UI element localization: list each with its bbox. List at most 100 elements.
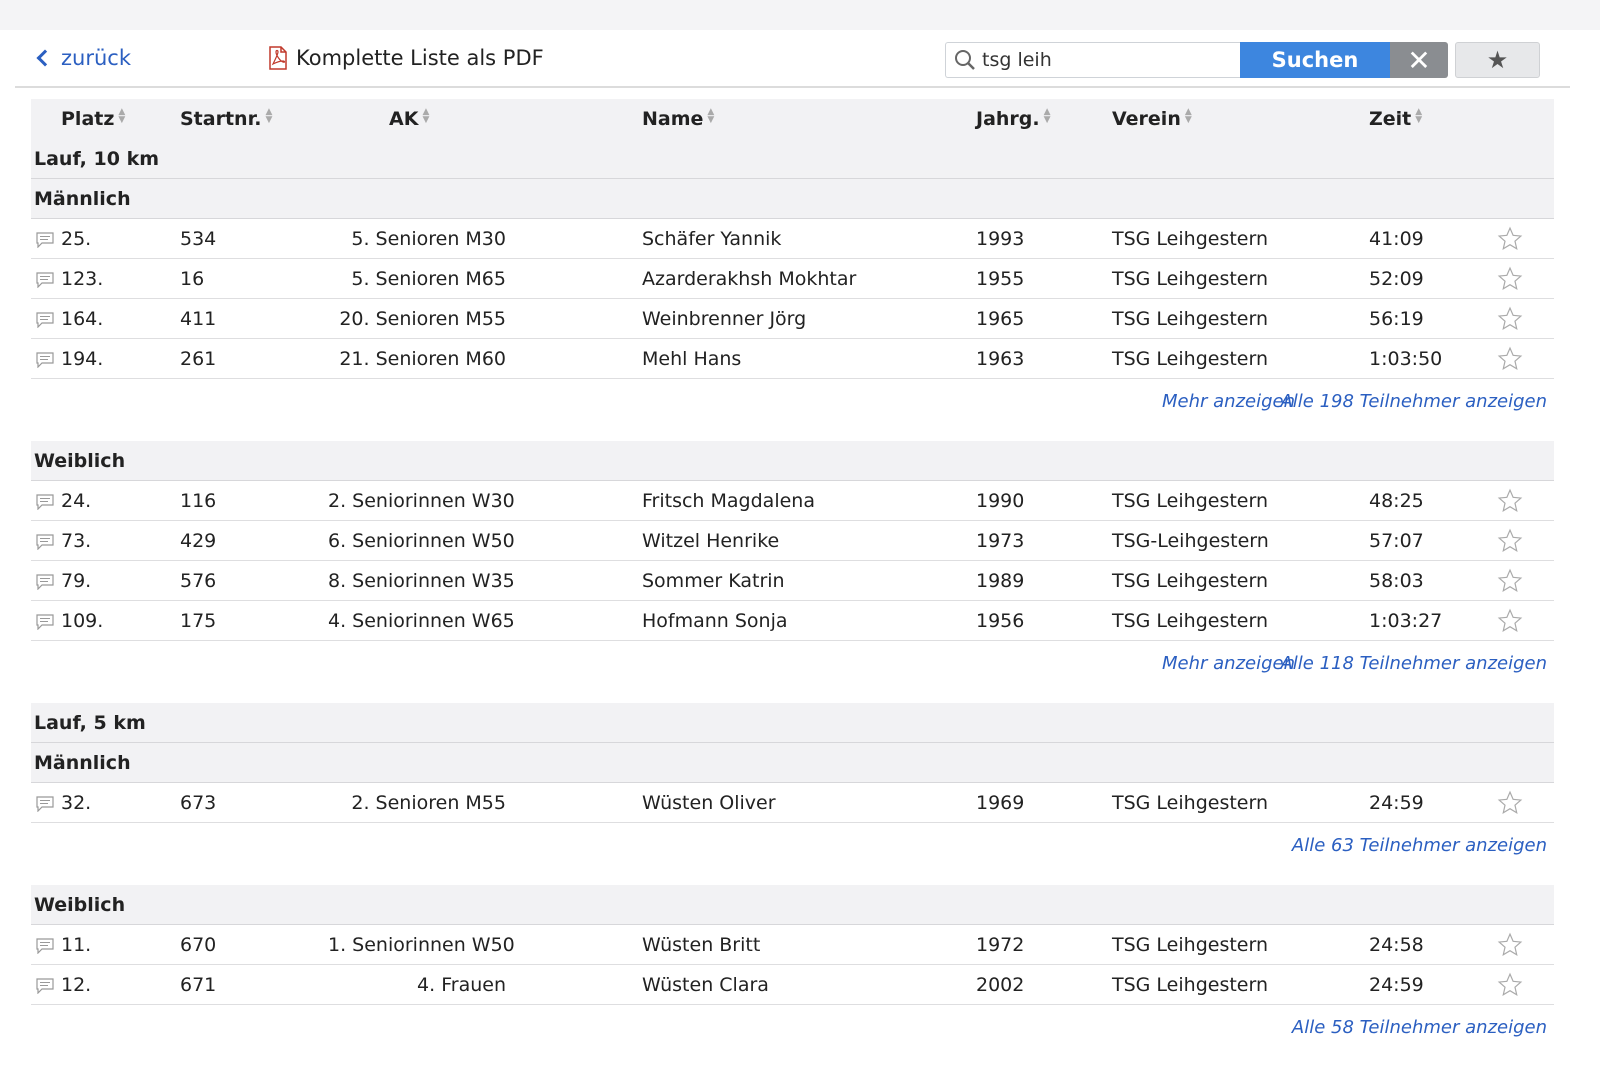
star-icon[interactable] [1497, 488, 1523, 519]
comment-icon[interactable] [36, 493, 54, 515]
pdf-label: Komplette Liste als PDF [296, 46, 544, 70]
back-label: zurück [61, 46, 131, 70]
star-icon[interactable] [1497, 266, 1523, 297]
cell-jahrg: 2002 [976, 974, 1025, 996]
column-header-zeit[interactable]: Zeit ▲ ▼ [1369, 107, 1423, 131]
cell-zeit: 1:03:27 [1369, 610, 1443, 632]
comment-icon[interactable] [36, 351, 54, 373]
favorites-button[interactable]: ★ [1455, 42, 1540, 78]
cell-place: 73. [61, 530, 92, 552]
group-links: Mehr anzeigen Alle 118 Teilnehmer anzeige… [31, 641, 1554, 703]
show-all-link[interactable]: Alle 63 Teilnehmer anzeigen [1292, 835, 1547, 856]
column-header-jahrg[interactable]: Jahrg. ▲ ▼ [976, 108, 1051, 131]
column-header-name[interactable]: Name ▲ ▼ [642, 107, 715, 131]
group-title: Männlich [31, 743, 1554, 783]
column-header-ak[interactable]: AK ▲ ▼ [389, 107, 430, 131]
cell-verein: TSG Leihgestern [1112, 610, 1268, 632]
cell-zeit: 58:03 [1369, 570, 1424, 592]
sort-icon: ▲ ▼ [707, 107, 715, 125]
star-icon[interactable] [1497, 790, 1523, 821]
cell-place: 123. [61, 268, 104, 290]
star-icon[interactable] [1497, 528, 1523, 559]
table-row[interactable]: 25. 534 5. Senioren M30 Schäfer Yannik 1993 T… [31, 219, 1554, 259]
comment-icon[interactable] [36, 977, 54, 999]
table-row[interactable]: 79. 576 8. Seniorinnen W35 Sommer Katrin 198… [31, 561, 1554, 601]
cell-verein: TSG Leihgestern [1112, 268, 1268, 290]
show-all-link[interactable]: Alle 58 Teilnehmer anzeigen [1292, 1017, 1547, 1038]
star-icon[interactable] [1497, 608, 1523, 639]
cell-ak: 2. Seniorinnen W30 [328, 490, 515, 512]
back-link[interactable]: zurück [35, 46, 131, 70]
search-input[interactable] [982, 49, 1222, 71]
cell-place: 164. [61, 308, 104, 330]
cell-jahrg: 1993 [976, 228, 1025, 250]
star-icon[interactable] [1497, 932, 1523, 963]
column-header-place[interactable]: Platz ▲ ▼ [61, 107, 126, 131]
results-table: Platz ▲ ▼ Startnr. ▲ ▼ AK ▲ ▼ Name ▲ ▼ Jahrg. ▲ ▼ … [31, 99, 1554, 1065]
comment-icon[interactable] [36, 573, 54, 595]
toolbar: zurück Komplette Liste als PDF Suchen ✕ … [15, 38, 1570, 88]
cell-startnr: 429 [180, 530, 217, 552]
cell-ak: 21. Senioren M60 [339, 348, 506, 370]
cell-name: Mehl Hans [642, 348, 742, 370]
search-icon [955, 50, 975, 70]
cell-ak: 4. Frauen [417, 974, 506, 996]
comment-icon[interactable] [36, 311, 54, 333]
comment-icon[interactable] [36, 937, 54, 959]
cell-jahrg: 1963 [976, 348, 1025, 370]
star-icon[interactable] [1497, 568, 1523, 599]
comment-icon[interactable] [36, 613, 54, 635]
group-links: Alle 58 Teilnehmer anzeigen [31, 1005, 1554, 1065]
sort-icon: ▲ ▼ [422, 107, 430, 125]
star-icon[interactable] [1497, 972, 1523, 1003]
cell-ak: 8. Seniorinnen W35 [328, 570, 515, 592]
clear-search-button[interactable]: ✕ [1390, 42, 1448, 78]
table-body: Lauf, 10 km Männlich 25. 534 5. Senioren M30… [31, 139, 1554, 1065]
table-row[interactable]: 24. 116 2. Seniorinnen W30 Fritsch Magdalen… [31, 481, 1554, 521]
comment-icon[interactable] [36, 533, 54, 555]
table-row[interactable]: 194. 261 21. Senioren M60 Mehl Hans 1963 TSG … [31, 339, 1554, 379]
star-icon[interactable] [1497, 346, 1523, 377]
comment-icon[interactable] [36, 795, 54, 817]
column-header-startnr[interactable]: Startnr. ▲ ▼ [180, 107, 273, 131]
cell-startnr: 261 [180, 348, 217, 370]
sort-icon: ▲ ▼ [1415, 107, 1423, 125]
cell-name: Hofmann Sonja [642, 610, 788, 632]
pdf-download-link[interactable]: Komplette Liste als PDF [268, 46, 544, 70]
cell-jahrg: 1973 [976, 530, 1025, 552]
table-row[interactable]: 12. 671 4. Frauen Wüsten Clara 2002 TSG Leihg… [31, 965, 1554, 1005]
comment-icon[interactable] [36, 271, 54, 293]
cell-zeit: 24:58 [1369, 934, 1424, 956]
table-row[interactable]: 164. 411 20. Senioren M55 Weinbrenner Jörg 1… [31, 299, 1554, 339]
cell-ak: 5. Senioren M65 [351, 268, 506, 290]
table-row[interactable]: 32. 673 2. Senioren M55 Wüsten Oliver 1969 TS… [31, 783, 1554, 823]
star-icon[interactable] [1497, 306, 1523, 337]
cell-zeit: 24:59 [1369, 792, 1424, 814]
show-more-link[interactable]: Mehr anzeigen [1162, 391, 1295, 412]
cell-ak: 4. Seniorinnen W65 [328, 610, 515, 632]
column-header-verein[interactable]: Verein ▲ ▼ [1112, 108, 1192, 131]
cell-place: 25. [61, 228, 92, 250]
show-all-link[interactable]: Alle 118 Teilnehmer anzeigen [1280, 653, 1547, 674]
table-row[interactable]: 123. 16 5. Senioren M65 Azarderakhsh Mokhta… [31, 259, 1554, 299]
show-more-link[interactable]: Mehr anzeigen [1162, 653, 1295, 674]
cell-verein: TSG Leihgestern [1112, 348, 1268, 370]
cell-zeit: 52:09 [1369, 268, 1424, 290]
show-all-link[interactable]: Alle 198 Teilnehmer anzeigen [1280, 391, 1547, 412]
table-row[interactable]: 109. 175 4. Seniorinnen W65 Hofmann Sonja 19… [31, 601, 1554, 641]
cell-startnr: 411 [180, 308, 217, 330]
cell-zeit: 41:09 [1369, 228, 1424, 250]
cell-place: 79. [61, 570, 92, 592]
comment-icon[interactable] [36, 231, 54, 253]
search-button[interactable]: Suchen [1240, 42, 1390, 78]
chevron-left-icon [36, 49, 54, 67]
table-row[interactable]: 11. 670 1. Seniorinnen W50 Wüsten Britt 1972… [31, 925, 1554, 965]
cell-startnr: 16 [180, 268, 205, 290]
cell-ak: 5. Senioren M30 [351, 228, 506, 250]
star-icon[interactable] [1497, 226, 1523, 257]
sort-icon: ▲ ▼ [118, 107, 126, 125]
table-row[interactable]: 73. 429 6. Seniorinnen W50 Witzel Henrike 19… [31, 521, 1554, 561]
group-title: Weiblich [31, 441, 1554, 481]
sort-icon: ▲ ▼ [265, 107, 273, 125]
cell-jahrg: 1989 [976, 570, 1025, 592]
